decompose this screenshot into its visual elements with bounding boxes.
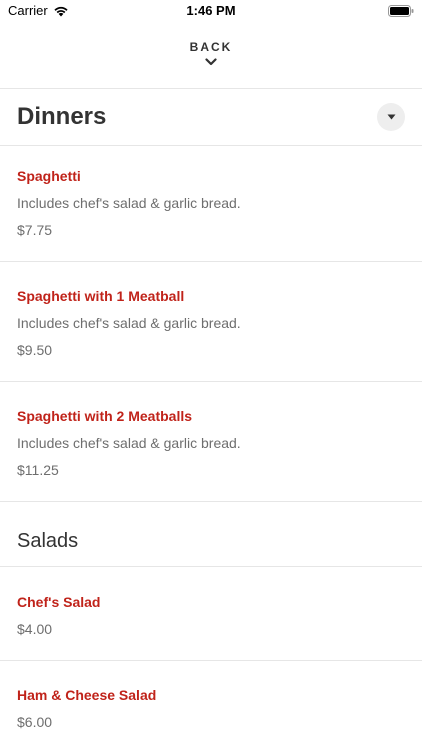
divider xyxy=(0,88,422,89)
menu-item[interactable]: Ham & Cheese Salad $6.00 xyxy=(17,686,407,731)
item-description: Includes chef's salad & garlic bread. xyxy=(17,435,241,451)
divider xyxy=(0,261,422,262)
menu-item[interactable]: Chef's Salad $4.00 xyxy=(17,593,407,638)
section-title-salads: Salads xyxy=(17,530,79,552)
item-price: $11.25 xyxy=(17,462,59,478)
status-bar: Carrier 1:46 PM xyxy=(0,0,422,24)
section-title-dinners: Dinners xyxy=(17,103,107,130)
item-name: Ham & Cheese Salad xyxy=(17,687,157,703)
item-name: Spaghetti xyxy=(17,168,81,184)
chevron-down-icon xyxy=(205,58,217,66)
divider xyxy=(0,145,422,146)
item-description: Includes chef's salad & garlic bread. xyxy=(17,315,241,331)
battery-icon xyxy=(388,5,414,17)
item-price: $6.00 xyxy=(17,714,53,730)
divider xyxy=(0,381,422,382)
item-price: $4.00 xyxy=(17,621,53,637)
item-name: Chef's Salad xyxy=(17,594,101,610)
divider xyxy=(0,660,422,661)
menu-item[interactable]: Spaghetti with 2 Meatballs Includes chef… xyxy=(17,407,407,479)
caret-down-icon xyxy=(387,114,395,120)
menu-item[interactable]: Spaghetti Includes chef's salad & garlic… xyxy=(17,167,407,239)
section-dropdown-button[interactable] xyxy=(377,103,405,131)
item-name: Spaghetti with 1 Meatball xyxy=(17,288,185,304)
menu-item[interactable]: Spaghetti with 1 Meatball Includes chef'… xyxy=(17,287,407,359)
item-price: $7.75 xyxy=(17,222,53,238)
item-price: $9.50 xyxy=(17,342,53,358)
divider xyxy=(0,501,422,502)
item-description: Includes chef's salad & garlic bread. xyxy=(17,195,241,211)
divider xyxy=(0,566,422,567)
status-time: 1:46 PM xyxy=(186,3,236,18)
back-label: BACK xyxy=(189,40,233,54)
item-name: Spaghetti with 2 Meatballs xyxy=(17,408,193,424)
back-button[interactable]: BACK xyxy=(0,40,422,66)
